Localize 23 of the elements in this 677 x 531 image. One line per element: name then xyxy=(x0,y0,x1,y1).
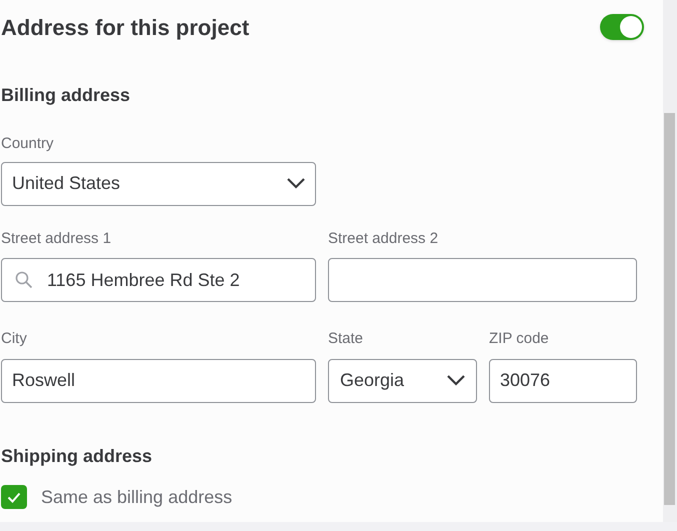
country-select[interactable]: United States xyxy=(1,162,316,206)
field-label: Street address 1 xyxy=(1,228,112,248)
field-label: City xyxy=(1,329,28,349)
checkbox-label: Same as billing address xyxy=(41,486,232,509)
toggle-switch[interactable] xyxy=(600,14,644,40)
field-label: Street address 2 xyxy=(328,228,440,248)
checkmark-icon xyxy=(7,492,21,502)
section-heading: Shipping address xyxy=(1,444,154,468)
street-address-field[interactable]: 1165 Hembree Rd Ste 2 xyxy=(1,258,316,302)
zip-code-field[interactable]: 30076 xyxy=(489,358,637,402)
field-label: Country xyxy=(1,135,54,152)
section-title: Address for this project xyxy=(1,14,250,42)
field-label: ZIP code xyxy=(489,329,550,349)
city-field[interactable]: Roswell xyxy=(1,358,316,402)
street-address-field[interactable] xyxy=(328,258,637,302)
chevron-icon xyxy=(447,375,465,386)
section-heading: Billing address xyxy=(1,84,132,107)
chevron-icon xyxy=(287,178,305,189)
scrollbar-thumb[interactable] xyxy=(664,113,675,505)
checkbox[interactable] xyxy=(1,485,27,509)
state-select[interactable]: Georgia xyxy=(328,358,477,402)
field-label: State xyxy=(328,329,364,349)
search-icon xyxy=(15,271,33,289)
